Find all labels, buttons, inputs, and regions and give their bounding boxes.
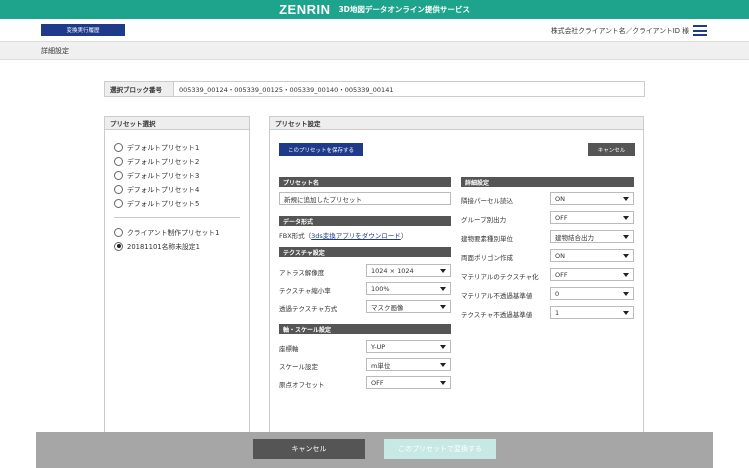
texture-scale-select[interactable]: 100%: [366, 282, 451, 295]
preset-radio-default-4[interactable]: デフォルトプリセット4: [114, 184, 199, 194]
coordinate-axis-label: 座標軸: [279, 345, 299, 353]
service-title: 3D地図データオンライン提供サービス: [338, 5, 470, 14]
preset-label: デフォルトプリセット5: [127, 200, 200, 208]
dropdown-arrow-icon: [440, 305, 446, 309]
origin-offset-select[interactable]: OFF: [366, 376, 451, 389]
preset-label: デフォルトプリセット4: [127, 186, 200, 194]
atlas-resolution-label: アトラス解像度: [279, 269, 325, 277]
selected-blocks-row: 選択ブロック番号 005339_00124・005339_00125・00533…: [104, 81, 645, 97]
material-opacity-select[interactable]: 0: [550, 287, 634, 300]
dropdown-arrow-icon: [440, 381, 446, 385]
preset-name-input[interactable]: 新規に追加したプリセット: [279, 192, 451, 205]
transparent-texture-label: 透過テクスチャ方式: [279, 305, 338, 313]
material-texturize-select[interactable]: OFF: [550, 268, 634, 281]
radio-icon[interactable]: [114, 227, 123, 237]
double-sided-polygon-select[interactable]: ON: [550, 249, 634, 262]
dropdown-arrow-icon: [623, 292, 629, 296]
client-name: 株式会社クライアント名／クライアントID 様: [551, 27, 689, 35]
dropdown-arrow-icon: [623, 273, 629, 277]
dropdown-arrow-icon: [623, 197, 629, 201]
dropdown-arrow-icon: [440, 269, 446, 273]
detail-settings-header: 詳細設定: [461, 177, 634, 187]
menu-icon[interactable]: [693, 25, 707, 36]
double-sided-polygon-label: 両面ポリゴン作成: [461, 254, 513, 262]
header: 変換実行履歴 株式会社クライアント名／クライアントID 様: [0, 19, 749, 42]
group-output-select[interactable]: OFF: [550, 211, 634, 224]
page-title: 詳細設定: [41, 46, 69, 55]
axis-scale-header: 軸・スケール設定: [279, 324, 451, 334]
download-app-link[interactable]: 3ds変換アプリをダウンロード: [311, 232, 401, 240]
preset-settings-panel: プリセット設定 このプリセットを保存する キャンセル プリセット名 新規に追加し…: [269, 116, 644, 433]
dropdown-arrow-icon: [623, 311, 629, 315]
preset-radio-default-1[interactable]: デフォルトプリセット1: [114, 142, 199, 152]
dropdown-arrow-icon: [623, 216, 629, 220]
footer-cancel-button[interactable]: キャンセル: [253, 439, 365, 459]
radio-icon[interactable]: [114, 170, 123, 180]
cancel-button[interactable]: キャンセル: [588, 143, 635, 156]
dropdown-arrow-icon: [623, 235, 629, 239]
adjacent-parcel-label: 隣接パーセル読込: [461, 197, 513, 205]
atlas-resolution-select[interactable]: 1024 × 1024: [366, 264, 451, 277]
material-opacity-label: マテリアル不透過基準値: [461, 292, 533, 300]
data-format-header: データ形式: [279, 216, 451, 226]
group-output-label: グループ別出力: [461, 216, 507, 224]
conversion-history-button[interactable]: 変換実行履歴: [41, 24, 125, 36]
preset-settings-title: プリセット設定: [270, 117, 643, 130]
preset-radio-default-3[interactable]: デフォルトプリセット3: [114, 170, 199, 180]
dropdown-arrow-icon: [623, 254, 629, 258]
preset-radio-default-2[interactable]: デフォルトプリセット2: [114, 156, 199, 166]
radio-icon[interactable]: [114, 198, 123, 208]
radio-icon[interactable]: [114, 156, 123, 166]
selected-blocks-label: 選択ブロック番号: [105, 82, 174, 96]
radio-checked-icon[interactable]: [114, 241, 123, 251]
texture-opacity-select[interactable]: 1: [550, 306, 634, 319]
transparent-texture-select[interactable]: マスク画像: [366, 300, 451, 313]
brand-logo: ZENRIN: [279, 2, 331, 17]
origin-offset-label: 原点オフセット: [279, 381, 325, 389]
selected-blocks-value: 005339_00124・005339_00125・005339_00140・0…: [179, 86, 394, 94]
page-title-bar: 詳細設定: [0, 42, 749, 60]
preset-label: 20181101名称未設定1: [127, 243, 200, 251]
adjacent-parcel-select[interactable]: ON: [550, 192, 634, 205]
preset-label: デフォルトプリセット1: [127, 144, 200, 152]
dropdown-arrow-icon: [440, 345, 446, 349]
building-element-label: 建物要素種別単位: [461, 235, 513, 243]
building-element-select[interactable]: 建物結合出力: [550, 230, 634, 243]
preset-radio-client-2[interactable]: 20181101名称未設定1: [114, 241, 200, 251]
radio-icon[interactable]: [114, 184, 123, 194]
preset-name-header: プリセット名: [279, 177, 451, 187]
divider: [114, 217, 240, 218]
preset-select-title: プリセット選択: [105, 117, 249, 130]
texture-scale-label: テクスチャ縮小率: [279, 287, 331, 295]
save-preset-button[interactable]: このプリセットを保存する: [279, 143, 363, 156]
texture-opacity-label: テクスチャ不透過基準値: [461, 311, 533, 319]
preset-label: デフォルトプリセット2: [127, 158, 200, 166]
texture-settings-header: テクスチャ設定: [279, 247, 451, 257]
preset-radio-default-5[interactable]: デフォルトプリセット5: [114, 198, 199, 208]
material-texturize-label: マテリアルのテクスチャ化: [461, 273, 539, 281]
convert-with-preset-button[interactable]: このプリセットで変換する: [384, 439, 496, 459]
preset-label: クライアント制作プリセット1: [127, 229, 220, 237]
radio-icon[interactable]: [114, 142, 123, 152]
coordinate-axis-select[interactable]: Y-UP: [366, 340, 451, 353]
top-bar: ZENRIN 3D地図データオンライン提供サービス: [0, 0, 749, 19]
footer-bar: [36, 432, 713, 468]
scale-setting-select[interactable]: m単位: [366, 358, 451, 371]
preset-label: デフォルトプリセット3: [127, 172, 200, 180]
data-format-text: FBX形式（3ds変換アプリをダウンロード）: [279, 232, 408, 240]
scale-setting-label: スケール設定: [279, 363, 318, 371]
preset-select-panel: プリセット選択 デフォルトプリセット1 デフォルトプリセット2 デフォルトプリセ…: [104, 116, 250, 433]
dropdown-arrow-icon: [440, 363, 446, 367]
preset-radio-client-1[interactable]: クライアント制作プリセット1: [114, 227, 219, 237]
dropdown-arrow-icon: [440, 287, 446, 291]
